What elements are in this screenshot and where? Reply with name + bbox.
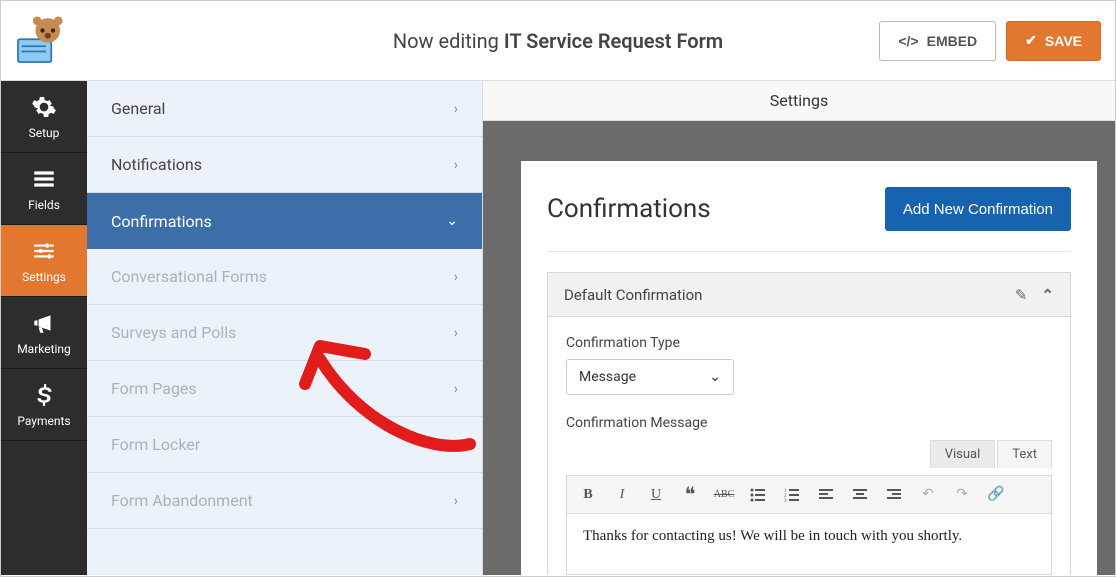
- bullet-list-icon[interactable]: [747, 484, 769, 506]
- sidebar-item-fields[interactable]: Fields: [1, 153, 87, 225]
- confirmation-message-label: Confirmation Message: [566, 415, 1052, 431]
- chevron-right-icon: ›: [454, 325, 458, 341]
- menu-item-form-abandonment[interactable]: Form Abandonment ›: [87, 473, 482, 529]
- chevron-right-icon: ›: [454, 157, 458, 173]
- menu-item-form-pages[interactable]: Form Pages ›: [87, 361, 482, 417]
- editor-toolbar: B I U ❝ ABC 123: [567, 476, 1051, 514]
- confirmation-type-select[interactable]: Message ⌄: [566, 359, 734, 395]
- quote-icon[interactable]: ❝: [679, 484, 701, 506]
- editing-prefix: Now editing: [393, 29, 499, 53]
- align-right-icon[interactable]: [883, 484, 905, 506]
- chevron-right-icon: ›: [454, 381, 458, 397]
- menu-item-surveys[interactable]: Surveys and Polls ›: [87, 305, 482, 361]
- editor-tab-visual[interactable]: Visual: [930, 440, 996, 468]
- code-icon: </>: [898, 33, 918, 49]
- app-logo: [1, 1, 77, 80]
- confirmation-box: Default Confirmation ✎ ⌃ Confirmation Ty…: [547, 272, 1071, 575]
- icon-sidebar: Setup Fields Settings Marketing Payments: [1, 81, 87, 575]
- confirmation-box-header[interactable]: Default Confirmation ✎ ⌃: [548, 273, 1070, 317]
- chevron-down-icon: ⌄: [709, 369, 721, 385]
- confirmation-type-label: Confirmation Type: [566, 335, 1052, 351]
- strikethrough-icon[interactable]: ABC: [713, 484, 735, 506]
- header-bar: Now editing IT Service Request Form </> …: [1, 1, 1115, 81]
- numbered-list-icon[interactable]: 123: [781, 484, 803, 506]
- confirmations-card: Confirmations Add New Confirmation Defau…: [521, 161, 1097, 575]
- editor-tab-text[interactable]: Text: [997, 440, 1052, 468]
- underline-icon[interactable]: U: [645, 484, 667, 506]
- menu-item-conversational[interactable]: Conversational Forms ›: [87, 249, 482, 305]
- italic-icon[interactable]: I: [611, 484, 633, 506]
- undo-icon[interactable]: ↶: [917, 484, 939, 506]
- menu-item-general[interactable]: General ›: [87, 81, 482, 137]
- editor-tabs: Visual Text: [566, 439, 1052, 467]
- confirmation-title: Default Confirmation: [564, 286, 702, 304]
- sidebar-item-setup[interactable]: Setup: [1, 81, 87, 153]
- sidebar-item-settings[interactable]: Settings: [1, 225, 87, 297]
- check-icon: ✔: [1025, 32, 1037, 49]
- header-actions: </> EMBED ✔ SAVE: [879, 21, 1101, 61]
- editor-content[interactable]: Thanks for contacting us! We will be in …: [567, 514, 1051, 574]
- content-area: Settings Confirmations Add New Confirmat…: [483, 81, 1115, 575]
- chevron-right-icon: ›: [454, 437, 458, 453]
- megaphone-icon: [31, 310, 57, 336]
- add-new-confirmation-button[interactable]: Add New Confirmation: [885, 187, 1071, 231]
- gear-icon: [31, 94, 57, 120]
- bold-icon[interactable]: B: [577, 484, 599, 506]
- dollar-icon: [31, 382, 57, 408]
- svg-text:3: 3: [784, 499, 787, 502]
- list-icon: [31, 166, 57, 192]
- menu-item-confirmations[interactable]: Confirmations ⌄: [87, 193, 482, 249]
- menu-item-notifications[interactable]: Notifications ›: [87, 137, 482, 193]
- pencil-icon[interactable]: ✎: [1015, 286, 1028, 304]
- chevron-up-icon[interactable]: ⌃: [1041, 286, 1054, 304]
- rich-text-editor: B I U ❝ ABC 123: [566, 475, 1052, 575]
- sliders-icon: [31, 238, 57, 264]
- chevron-right-icon: ›: [454, 101, 458, 117]
- content-tab-title: Settings: [483, 81, 1115, 121]
- sidebar-item-payments[interactable]: Payments: [1, 369, 87, 441]
- sidebar-item-marketing[interactable]: Marketing: [1, 297, 87, 369]
- page-title: Now editing IT Service Request Form: [393, 29, 723, 53]
- link-icon[interactable]: 🔗: [985, 484, 1007, 506]
- settings-panel: General › Notifications › Confirmations …: [87, 81, 483, 575]
- section-title: Confirmations: [547, 194, 711, 224]
- redo-icon[interactable]: ↷: [951, 484, 973, 506]
- save-button[interactable]: ✔ SAVE: [1006, 21, 1101, 61]
- chevron-right-icon: ›: [454, 493, 458, 509]
- align-center-icon[interactable]: [849, 484, 871, 506]
- chevron-down-icon: ⌄: [446, 213, 458, 229]
- chevron-right-icon: ›: [454, 269, 458, 285]
- align-left-icon[interactable]: [815, 484, 837, 506]
- embed-button[interactable]: </> EMBED: [879, 21, 996, 61]
- menu-item-form-locker[interactable]: Form Locker ›: [87, 417, 482, 473]
- form-name: IT Service Request Form: [504, 29, 723, 53]
